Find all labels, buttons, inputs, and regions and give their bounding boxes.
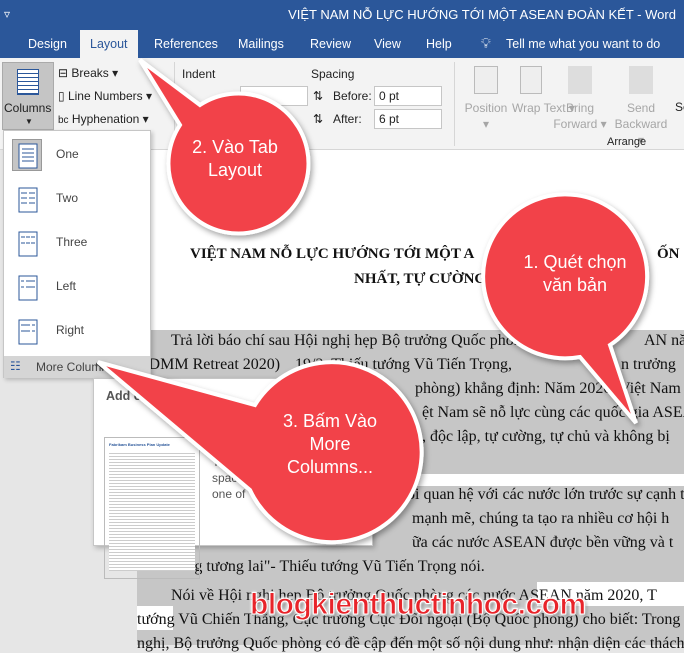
watermark: blogkienthuctinhoc.com [250, 588, 587, 622]
callout-2-text: 2. Vào Tab Layout [192, 137, 278, 180]
callout-1-text: 1. Quét chọn văn bản [523, 252, 627, 295]
callout-bubble-1 [481, 192, 650, 425]
callout-overlay [96, 58, 650, 545]
callout-3-text: 3. Bấm Vào More Columns... [282, 411, 378, 477]
